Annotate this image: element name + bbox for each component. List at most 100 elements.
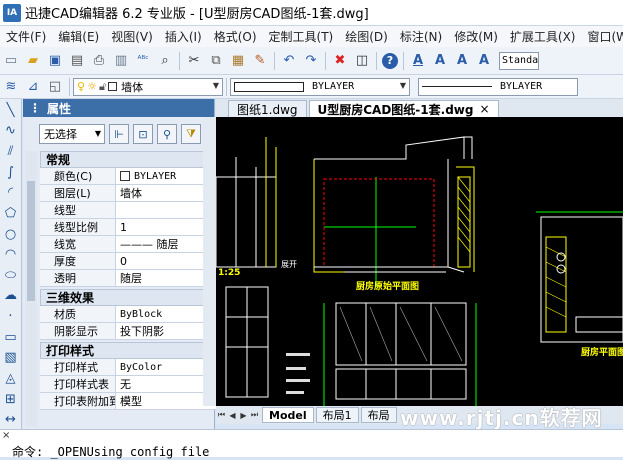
tab-layout1[interactable]: 布局1: [316, 407, 359, 423]
first-layout-icon[interactable]: ⏮: [216, 409, 227, 421]
open-icon[interactable]: ▰: [24, 52, 42, 70]
erase-icon[interactable]: ✖: [331, 52, 349, 70]
property-row[interactable]: 图层(L)墙体: [40, 185, 223, 202]
menu-format[interactable]: 格式(O): [208, 28, 263, 45]
doc-tab-drawing1[interactable]: 图纸1.dwg: [228, 100, 307, 117]
next-layout-icon[interactable]: ▶: [238, 409, 249, 421]
rectangle-icon[interactable]: ▭: [2, 328, 20, 347]
menu-insert[interactable]: 插入(I): [159, 28, 208, 45]
text-style-icon[interactable]: A: [409, 52, 427, 70]
dimension-icon[interactable]: ↔: [2, 410, 20, 429]
multiline-icon[interactable]: ⫽: [2, 142, 20, 161]
prev-layout-icon[interactable]: ◀: [227, 409, 238, 421]
doc-tab-kitchen[interactable]: U型厨房CAD图纸-1套.dwg×: [309, 100, 499, 117]
section-plot-style[interactable]: 打印样式▲: [40, 342, 223, 359]
property-row[interactable]: 厚度0: [40, 253, 223, 270]
property-row[interactable]: 颜色(C)BYLAYER: [40, 168, 223, 185]
menu-view[interactable]: 视图(V): [105, 28, 159, 45]
layer-manager-icon[interactable]: ≋: [2, 78, 20, 96]
document-tabs: 图纸1.dwg U型厨房CAD图纸-1套.dwg×: [216, 99, 623, 117]
section-general[interactable]: 常规▲: [40, 151, 223, 168]
cabinet-elevation: [324, 303, 476, 406]
text-style-select[interactable]: Standard: [499, 52, 539, 70]
table-icon[interactable]: ⊞: [2, 390, 20, 409]
text-font-icon[interactable]: A: [475, 52, 493, 70]
menu-file[interactable]: 文件(F): [0, 28, 52, 45]
spellcheck-icon[interactable]: ᴬᴮᶜ: [134, 52, 152, 70]
property-row[interactable]: 透明随层: [40, 270, 223, 287]
layer-previous-icon[interactable]: ◱: [46, 78, 64, 96]
toggle-pickadd-icon[interactable]: ⊩: [109, 124, 129, 144]
paste-icon[interactable]: ▦: [229, 52, 247, 70]
save-icon[interactable]: ▣: [46, 52, 64, 70]
drawing-canvas[interactable]: 1:25 展开 厨房原始平面图: [216, 117, 623, 406]
menu-extended-tools[interactable]: 扩展工具(X): [504, 28, 582, 45]
polyline-icon[interactable]: ∿: [2, 122, 20, 141]
point-icon[interactable]: ·: [2, 307, 20, 326]
properties-scrollbar[interactable]: [25, 151, 37, 427]
layer-state-icon[interactable]: ⊿: [24, 78, 42, 96]
match-properties-icon[interactable]: ✎: [251, 52, 269, 70]
polygon-icon[interactable]: ⬠: [2, 204, 20, 223]
property-row[interactable]: 线宽——— 随层: [40, 236, 223, 253]
last-layout-icon[interactable]: ⏭: [249, 409, 260, 421]
ellipse-icon[interactable]: ⬭: [2, 266, 20, 285]
tab-model[interactable]: Model: [262, 407, 314, 423]
help-icon[interactable]: ?: [382, 53, 398, 69]
properties-title: 属性: [47, 100, 71, 117]
canvas-vertical-scrollbar[interactable]: [203, 117, 216, 406]
region-icon[interactable]: ◬: [2, 369, 20, 388]
text-edit-icon[interactable]: A: [453, 52, 471, 70]
window-title: 迅捷CAD编辑器 6.2 专业版 - [U型厨房CAD图纸-1套.dwg]: [25, 3, 369, 22]
scrollbar-thumb[interactable]: [27, 181, 35, 301]
undo-icon[interactable]: ↶: [280, 52, 298, 70]
tab-layout2[interactable]: 布局: [361, 407, 397, 423]
selection-dropdown[interactable]: 无选择 ▼: [39, 124, 105, 144]
text-icon[interactable]: A: [431, 52, 449, 70]
property-row[interactable]: 线型比例1: [40, 219, 223, 236]
quick-select-icon[interactable]: ⚲: [157, 124, 177, 144]
menu-modify[interactable]: 修改(M): [448, 28, 504, 45]
property-row[interactable]: 打印样式ByColor: [40, 359, 223, 376]
menu-window[interactable]: 窗口(W): [582, 28, 623, 45]
app-logo-icon[interactable]: IA: [3, 4, 21, 22]
property-row[interactable]: 材质ByBlock: [40, 306, 223, 323]
line-icon[interactable]: ╲: [2, 101, 20, 120]
property-row[interactable]: 打印表附加到模型: [40, 393, 223, 410]
property-row[interactable]: 线型: [40, 202, 223, 219]
arc-3pt-icon[interactable]: ◠: [2, 245, 20, 264]
property-row[interactable]: 打印样式表无: [40, 376, 223, 393]
close-icon[interactable]: ×: [479, 102, 489, 116]
new-icon[interactable]: ▭: [2, 52, 20, 70]
copy-icon[interactable]: ⧉: [207, 52, 225, 70]
grip-icon[interactable]: ⋮: [29, 101, 41, 115]
close-icon[interactable]: ×: [2, 430, 10, 441]
menu-edit[interactable]: 编辑(E): [52, 28, 105, 45]
command-window[interactable]: × 命令: _OPENUsing config file: [0, 429, 623, 457]
redo-icon[interactable]: ↷: [302, 52, 320, 70]
spline-icon[interactable]: ∫: [2, 163, 20, 182]
circle-icon[interactable]: ○: [2, 225, 20, 244]
stop-icon[interactable]: ◫: [353, 52, 371, 70]
layer-dropdown[interactable]: ♀ ☼ 🔓︎ 墙体 ▼: [73, 78, 223, 96]
select-objects-icon[interactable]: ⊡: [133, 124, 153, 144]
cut-icon[interactable]: ✂: [185, 52, 203, 70]
command-history: 命令: _OPENUsing config file: [12, 443, 209, 460]
revcloud-icon[interactable]: ☁: [2, 287, 20, 306]
menu-custom-tools[interactable]: 定制工具(T): [263, 28, 340, 45]
arc-icon[interactable]: ◜: [2, 184, 20, 203]
site-watermark: www.rjtj.cn软荐网: [400, 402, 603, 431]
hatch-icon[interactable]: ▧: [2, 349, 20, 368]
section-3d-effects[interactable]: 三维效果▲: [40, 289, 223, 306]
print-icon[interactable]: ⎙: [90, 52, 108, 70]
menu-dimension[interactable]: 标注(N): [394, 28, 448, 45]
publish-icon[interactable]: ▥: [112, 52, 130, 70]
menu-draw[interactable]: 绘图(D): [339, 28, 394, 45]
filter-icon[interactable]: ⧩: [181, 124, 201, 144]
lineweight-dropdown[interactable]: BYLAYER: [418, 78, 578, 96]
print-preview-icon[interactable]: ▤: [68, 52, 86, 70]
find-icon[interactable]: ⌕: [156, 52, 174, 70]
linetype-dropdown[interactable]: BYLAYER ▼: [230, 78, 410, 96]
property-row[interactable]: 阴影显示投下阴影: [40, 323, 223, 340]
section-title: 打印样式: [46, 342, 94, 359]
